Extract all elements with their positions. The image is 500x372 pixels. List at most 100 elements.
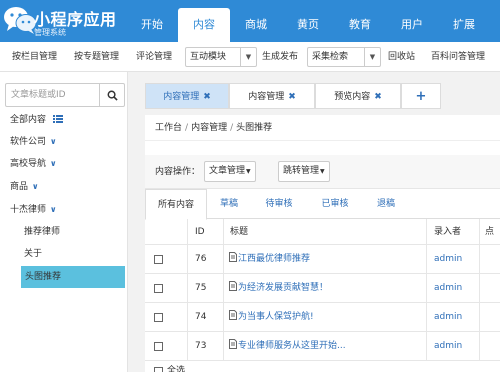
tab-label: 预览内容 [334,92,371,102]
toolbar-recycle-bin[interactable]: 回收站 [388,42,415,72]
search-button[interactable] [99,84,124,106]
subtab-drafts[interactable]: 草稿 [207,189,251,219]
row-author[interactable]: admin [434,303,462,331]
tab-content-manage-1[interactable]: 内容管理 ✖ [145,83,229,109]
search-input[interactable] [6,84,100,106]
topnav-start[interactable]: 开始 [126,8,178,42]
collect-search-label: 采集检索 [312,52,349,62]
breadcrumb-content[interactable]: 内容管理 [191,123,227,133]
tab-content-manage-2[interactable]: 内容管理 ✖ [229,83,315,109]
add-tab-button[interactable]: + [401,83,441,109]
topnav-extensions[interactable]: 扩展 [438,8,490,42]
chevron-down-icon: ∨ [50,159,57,168]
chevron-down-icon: ∨ [50,205,57,214]
sidebar: 全部内容 软件公司∨ 高校导航∨ 商品∨ 十杰律师∨ 推荐律师 关于 头图推荐 [0,72,128,372]
table-row: 76 江西最优律师推荐 admin [145,245,500,274]
toolbar-by-topic[interactable]: 按专题管理 [74,42,119,72]
row-checkbox[interactable] [154,255,163,264]
col-title-header: 标题 [230,227,249,237]
row-checkbox[interactable] [154,313,163,322]
row-checkbox[interactable] [154,342,163,351]
sidebar-subitem-headline[interactable]: 头图推荐 [21,266,125,288]
table-row: 75 为经济发展贡献智慧！ admin [145,274,500,303]
sidebar-item-colleges[interactable]: 高校导航 ∨ [0,153,127,175]
tab-preview[interactable]: 预览内容 ✖ [315,83,401,109]
row-title-link[interactable]: 为当事人保驾护航! [229,303,314,331]
row-title: 为经济发展贡献智慧！ [238,283,329,293]
topnav-mall[interactable]: 商城 [230,8,282,42]
chevron-down-icon: ∨ [32,182,39,191]
main-content: 内容管理 ✖ 内容管理 ✖ 预览内容 ✖ + 工作台 / 内容管理 / 头图推荐 内容操作： … [128,72,500,372]
row-title-link[interactable]: 江西最优律师推荐 [229,245,310,273]
column-divider [479,219,480,361]
topnav-education[interactable]: 教育 [334,8,386,42]
document-icon [229,252,237,262]
content-panel: 工作台 / 内容管理 / 头图推荐 内容操作： 文章管理▼ 跳转管理▼ 所有内容 草稿 … [145,115,500,372]
row-title: 为当事人保驾护航! [238,312,314,322]
search-icon [107,90,118,101]
topnav-users[interactable]: 用户 [386,8,438,42]
row-id: 76 [195,254,207,264]
breadcrumb-workbench[interactable]: 工作台 [155,123,182,133]
sidebar-item-label: 商品 [10,182,29,192]
article-manage-dropdown[interactable]: 文章管理▼ [204,161,256,182]
row-author[interactable]: admin [434,245,462,273]
sidebar-item-products[interactable]: 商品 ∨ [0,176,127,198]
collect-search-select[interactable]: 采集检索 ▼ [307,47,381,67]
toolbar-wiki-qa[interactable]: 百科问答管理 [431,42,485,72]
article-manage-label: 文章管理 [209,166,246,176]
redirect-manage-dropdown[interactable]: 跳转管理▼ [278,161,330,182]
document-icon [229,339,237,349]
row-title: 专业律师服务从这里开始... [238,341,346,351]
document-icon [229,310,237,320]
col-id-header: ID [195,227,205,237]
table-row: 74 为当事人保驾护航! admin [145,303,500,332]
table-row: 73 专业律师服务从这里开始... admin [145,332,500,361]
subtab-all[interactable]: 所有内容 [145,189,207,220]
row-checkbox[interactable] [154,284,163,293]
interactive-module-label: 互动模块 [190,52,227,62]
topnav-content[interactable]: 内容 [178,8,230,42]
breadcrumb-current: 头图推荐 [236,123,273,133]
sidebar-item-lawyers[interactable]: 十杰律师 ∨ [0,199,127,221]
topnav-yellowpages[interactable]: 黄页 [282,8,334,42]
tab-label: 内容管理 [163,92,200,102]
sidebar-search [5,83,125,107]
toolbar-by-column[interactable]: 按栏目管理 [12,42,57,72]
close-icon[interactable]: ✖ [374,92,382,102]
row-id: 75 [195,283,207,293]
toolbar-generate-publish[interactable]: 生成发布 [262,42,298,72]
row-author[interactable]: admin [434,274,462,302]
chevron-down-icon: ∨ [50,137,57,146]
subtab-rejected[interactable]: 退稿 [363,189,409,219]
close-icon[interactable]: ✖ [288,92,296,102]
sidebar-subitem-about[interactable]: 关于 [0,243,127,265]
top-header: 小程序应用 管理系统 开始 内容 商城 黄页 教育 用户 扩展 [0,0,500,42]
sidebar-item-label: 十杰律师 [10,205,47,215]
sidebar-item-software[interactable]: 软件公司 ∨ [0,131,127,153]
document-icon [229,281,237,291]
row-author[interactable]: admin [434,332,462,360]
caret-down-icon: ▼ [246,168,251,175]
row-id: 73 [195,341,207,351]
content-toolbar: 按栏目管理 按专题管理 评论管理 互动模块 ▼ 生成发布 采集检索 ▼ 回收站 … [0,42,500,72]
select-all-checkbox[interactable] [154,367,163,372]
interactive-module-select[interactable]: 互动模块 ▼ [185,47,257,67]
sidebar-item-all[interactable]: 全部内容 [0,109,127,131]
select-all-label: 全选 [167,366,186,372]
row-title-link[interactable]: 专业律师服务从这里开始... [229,332,346,360]
subtab-pending[interactable]: 待审核 [251,189,307,219]
operations-bar: 内容操作： 文章管理▼ 跳转管理▼ [145,155,500,189]
col-views-header: 点 [485,227,495,237]
caret-down-icon: ▼ [320,168,325,175]
tab-label: 内容管理 [248,92,285,102]
toolbar-comments[interactable]: 评论管理 [136,42,172,72]
row-title-link[interactable]: 为经济发展贡献智慧！ [229,274,328,302]
top-nav: 开始 内容 商城 黄页 教育 用户 扩展 [126,8,490,42]
subtab-approved[interactable]: 已审核 [307,189,363,219]
sidebar-subitem-recommended[interactable]: 推荐律师 [0,221,127,243]
app-subtitle: 管理系统 [34,28,66,37]
close-icon[interactable]: ✖ [203,92,211,102]
wechat-logo-icon [4,7,37,34]
column-divider [187,219,188,361]
